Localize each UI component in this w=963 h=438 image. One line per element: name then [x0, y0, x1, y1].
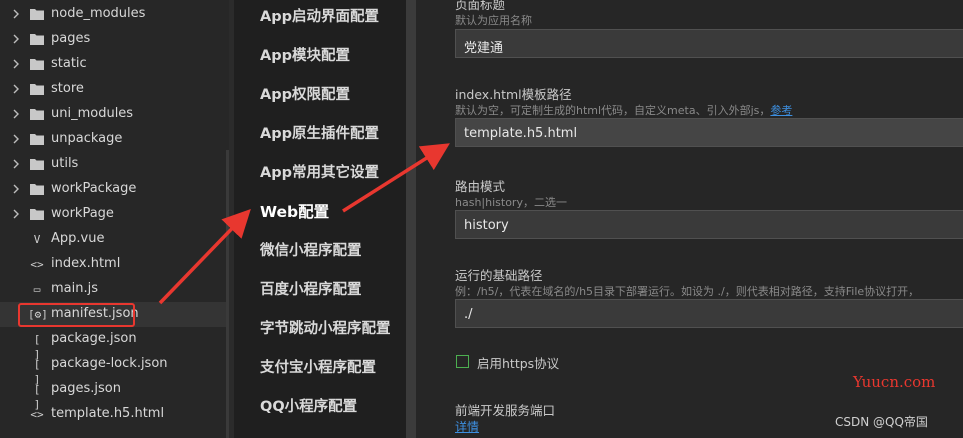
template-path-hint-text: 默认为空，可定制生成的html代码，自定义meta、引入外部js，: [455, 104, 771, 117]
vue-file-icon: V: [33, 233, 41, 246]
folder-icon: [30, 83, 44, 95]
tree-item-static[interactable]: static: [0, 52, 229, 77]
template-path-hint: 默认为空，可定制生成的html代码，自定义meta、引入外部js，参考: [455, 102, 792, 118]
json-file-icon: [ ]: [33, 358, 41, 386]
folder-icon: [30, 133, 44, 145]
settings-nav-scrollbar[interactable]: [406, 0, 416, 438]
chevron-right-icon[interactable]: [11, 209, 21, 219]
html-file-icon: <>: [30, 408, 44, 421]
tree-item-main-js[interactable]: ▭ main.js: [0, 277, 229, 302]
tree-item-utils[interactable]: utils: [0, 152, 229, 177]
tree-item-label: package.json: [51, 331, 137, 346]
chevron-right-icon[interactable]: [11, 159, 21, 169]
tree-item-label: App.vue: [51, 231, 105, 246]
tree-item-unpackage[interactable]: unpackage: [0, 127, 229, 152]
folder-icon: [30, 108, 44, 120]
tree-item-label: pages: [51, 31, 91, 46]
folder-icon: [30, 8, 44, 20]
router-mode-hint: hash|history，二选一: [455, 196, 567, 209]
project-file-tree: node_modulespages static store uni_modulesu…: [0, 0, 229, 438]
tree-item-label: workPackage: [51, 181, 137, 196]
tree-item-index-html[interactable]: <> index.html: [0, 252, 229, 277]
nav-item-5[interactable]: Web配置: [260, 200, 329, 222]
router-mode-label: 路由模式: [455, 179, 506, 194]
base-path-input[interactable]: ./: [455, 299, 963, 328]
nav-item-2[interactable]: App权限配置: [260, 83, 350, 104]
tree-item-package-lock-json[interactable]: [ ] package-lock.json: [0, 352, 229, 386]
nav-item-4[interactable]: App常用其它设置: [260, 161, 379, 182]
nav-item-9[interactable]: 支付宝小程序配置: [260, 356, 376, 377]
chevron-right-icon[interactable]: [11, 134, 21, 144]
page-title-hint: 默认为应用名称: [455, 14, 532, 27]
watermark-credit: CSDN @QQ帝国: [835, 415, 928, 429]
file-tree-scrollbar[interactable]: [226, 150, 229, 438]
folder-icon: [30, 58, 44, 70]
router-mode-input[interactable]: history: [455, 210, 963, 239]
page-title-input[interactable]: 党建通: [455, 29, 963, 58]
tree-item-pages[interactable]: pages: [0, 27, 229, 52]
tree-item-label: workPage: [51, 206, 114, 221]
dev-port-label: 前端开发服务端口: [455, 403, 556, 418]
chevron-right-icon[interactable]: [11, 184, 21, 194]
html-file-icon: <>: [30, 258, 44, 271]
tree-item-label: template.h5.html: [51, 406, 165, 421]
tree-item-package-json[interactable]: [ ] package.json: [0, 327, 229, 361]
tree-item-store[interactable]: store: [0, 77, 229, 102]
selection-highlight-box: [18, 303, 135, 327]
tree-item-workpackage[interactable]: workPackage: [0, 177, 229, 202]
watermark-site: Yuucn.com: [853, 373, 936, 391]
nav-item-7[interactable]: 百度小程序配置: [260, 278, 362, 299]
nav-item-6[interactable]: 微信小程序配置: [260, 239, 362, 260]
tree-item-app-vue[interactable]: V App.vue: [0, 227, 229, 252]
folder-icon: [30, 33, 44, 45]
chevron-right-icon[interactable]: [11, 109, 21, 119]
tree-item-label: store: [51, 81, 84, 96]
tree-item-label: main.js: [51, 281, 98, 296]
json-file-icon: [ ]: [33, 383, 41, 411]
tree-item-label: node_modules: [51, 6, 146, 21]
nav-item-8[interactable]: 字节跳动小程序配置: [260, 317, 391, 338]
tree-item-label: package-lock.json: [51, 356, 168, 371]
chevron-right-icon[interactable]: [11, 9, 21, 19]
dev-port-details-link[interactable]: 详情: [455, 418, 479, 435]
nav-item-0[interactable]: App启动界面配置: [260, 5, 379, 26]
template-path-input[interactable]: template.h5.html: [455, 118, 963, 147]
chevron-right-icon[interactable]: [11, 34, 21, 44]
https-checkbox[interactable]: [456, 355, 469, 368]
folder-icon: [30, 208, 44, 220]
manifest-settings-nav: App启动界面配置 App模块配置 App权限配置 App原生插件配置 App常用其它设…: [234, 0, 406, 438]
folder-icon: [30, 158, 44, 170]
tree-item-node-modules[interactable]: node_modules: [0, 2, 229, 27]
tree-item-pages-json[interactable]: [ ] pages.json: [0, 377, 229, 411]
nav-item-10[interactable]: QQ小程序配置: [260, 395, 357, 416]
nav-item-3[interactable]: App原生插件配置: [260, 122, 379, 143]
tree-item-label: index.html: [51, 256, 121, 271]
base-path-label: 运行的基础路径: [455, 268, 543, 283]
base-path-hint: 例：/h5/，代表在域名的/h5目录下部署运行。如设为 ./，则代表相对路径，支…: [455, 285, 920, 298]
reference-link[interactable]: 参考: [770, 104, 792, 117]
tree-item-label: unpackage: [51, 131, 123, 146]
template-path-label: index.html模板路径: [455, 87, 572, 102]
tree-item-label: pages.json: [51, 381, 121, 396]
tree-item-label: uni_modules: [51, 106, 134, 121]
nav-item-1[interactable]: App模块配置: [260, 44, 350, 65]
chevron-right-icon[interactable]: [11, 59, 21, 69]
chevron-right-icon[interactable]: [11, 84, 21, 94]
folder-icon: [30, 183, 44, 195]
tree-item-workpage[interactable]: workPage: [0, 202, 229, 227]
js-file-icon: ▭: [33, 283, 41, 296]
tree-item-uni-modules[interactable]: uni_modules: [0, 102, 229, 127]
tree-item-template-h5-html[interactable]: <> template.h5.html: [0, 402, 229, 427]
tree-item-label: utils: [51, 156, 79, 171]
https-checkbox-label: 启用https协议: [477, 356, 560, 371]
json-file-icon: [ ]: [33, 333, 41, 361]
tree-item-label: static: [51, 56, 87, 71]
